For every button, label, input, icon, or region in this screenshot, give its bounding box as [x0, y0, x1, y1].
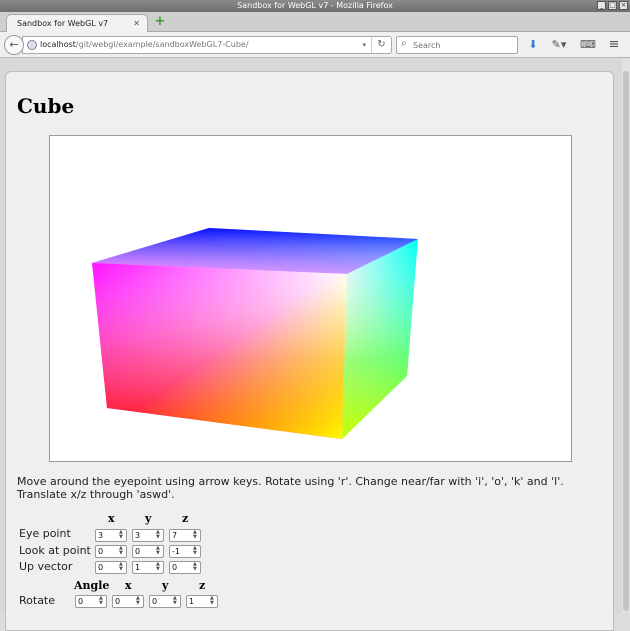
spinner-arrows-icon[interactable]: ▲ ▼ [119, 546, 125, 557]
spinner-arrows-icon[interactable]: ▲ ▼ [210, 596, 216, 607]
window-controls: _ □ × [597, 1, 628, 10]
rotate-label: Rotate [19, 594, 56, 607]
menu-icon[interactable]: ≡ [607, 38, 621, 52]
col-header-angle: Angle [74, 579, 110, 592]
url-bar[interactable]: localhost/git/webgl/example/sandboxWebGL… [22, 36, 392, 54]
tab-strip: Sandbox for WebGL v7 ✕ + [0, 12, 630, 32]
back-arrow-icon: ← [9, 38, 19, 51]
up-vector-x-input[interactable]: 0 ▲ ▼ [95, 561, 127, 574]
window-titlebar: Sandbox for WebGL v7 - Mozilla Firefox _… [0, 0, 630, 12]
tab-sandbox[interactable]: Sandbox for WebGL v7 ✕ [6, 14, 148, 32]
look-at-x-input[interactable]: 0 ▲ ▼ [95, 545, 127, 558]
cube-render [92, 228, 418, 439]
scrollbar-thumb[interactable] [623, 71, 629, 611]
addon-icon[interactable]: ✎▾ [548, 38, 570, 52]
rotate-y-input[interactable]: 0 ▲ ▼ [149, 595, 181, 608]
col-header-rot-y: y [162, 579, 169, 592]
spinner-arrows-icon[interactable]: ▲ ▼ [156, 530, 162, 541]
spinner-arrows-icon[interactable]: ▲ ▼ [156, 562, 162, 573]
col-header-x: x [108, 512, 115, 525]
vertical-scrollbar[interactable] [622, 59, 630, 613]
col-header-y: y [145, 512, 152, 525]
close-window-button[interactable]: × [619, 1, 628, 10]
look-at-label: Look at point [19, 544, 91, 557]
minimize-button[interactable]: _ [597, 1, 606, 10]
eye-point-z-input[interactable]: 7 ▲ ▼ [169, 529, 201, 542]
spinner-arrows-icon[interactable]: ▲ ▼ [156, 546, 162, 557]
nav-bar: localhost/git/webgl/example/sandboxWebGL… [0, 32, 630, 58]
rotate-z-input[interactable]: 1 ▲ ▼ [186, 595, 218, 608]
spinner-arrows-icon[interactable]: ▲ ▼ [99, 596, 105, 607]
maximize-button[interactable]: □ [608, 1, 617, 10]
browser-viewport: Cube Move around the eyepoint using arro… [0, 59, 630, 631]
col-header-rot-z: z [199, 579, 206, 592]
spinner-arrows-icon[interactable]: ▲ ▼ [119, 562, 125, 573]
up-vector-y-input[interactable]: 1 ▲ ▼ [132, 561, 164, 574]
eye-point-label: Eye point [19, 527, 71, 540]
window-title: Sandbox for WebGL v7 - Mozilla Firefox [237, 1, 393, 10]
spinner-arrows-icon[interactable]: ▲ ▼ [173, 596, 179, 607]
back-button[interactable]: ← [4, 35, 24, 55]
page-title: Cube [17, 94, 75, 118]
spinner-arrows-icon[interactable]: ▲ ▼ [193, 546, 199, 557]
up-vector-z-input[interactable]: 0 ▲ ▼ [169, 561, 201, 574]
col-header-rot-x: x [125, 579, 132, 592]
url-path: /git/webgl/example/sandboxWebGL7-Cube/ [75, 40, 249, 49]
download-icon[interactable]: ⬇ [526, 38, 540, 52]
globe-icon [27, 40, 37, 50]
eye-point-y-input[interactable]: 3 ▲ ▼ [132, 529, 164, 542]
url-text[interactable]: localhost/git/webgl/example/sandboxWebGL… [40, 37, 249, 53]
look-at-y-input[interactable]: 0 ▲ ▼ [132, 545, 164, 558]
instructions-text: Move around the eyepoint using arrow key… [17, 475, 564, 501]
page-content: Cube Move around the eyepoint using arro… [5, 71, 614, 631]
tab-label: Sandbox for WebGL v7 [17, 19, 109, 28]
search-input[interactable] [411, 38, 511, 52]
reload-icon[interactable]: ↻ [371, 37, 391, 53]
url-host: localhost [40, 40, 76, 49]
rotate-x-input[interactable]: 0 ▲ ▼ [112, 595, 144, 608]
spinner-arrows-icon[interactable]: ▲ ▼ [193, 530, 199, 541]
webgl-canvas[interactable] [49, 135, 572, 462]
spinner-arrows-icon[interactable]: ▲ ▼ [193, 562, 199, 573]
keyboard-icon[interactable]: ⌨ [580, 38, 596, 52]
eye-point-x-input[interactable]: 3 ▲ ▼ [95, 529, 127, 542]
look-at-z-input[interactable]: -1 ▲ ▼ [169, 545, 201, 558]
close-tab-icon[interactable]: ✕ [133, 15, 140, 32]
col-header-z: z [182, 512, 189, 525]
url-dropdown-icon[interactable]: ▾ [362, 37, 366, 53]
rotate-angle-input[interactable]: 0 ▲ ▼ [75, 595, 107, 608]
search-icon: ⌕ [401, 38, 407, 49]
spinner-arrows-icon[interactable]: ▲ ▼ [119, 530, 125, 541]
search-bar[interactable]: ⌕ [396, 36, 518, 54]
spinner-arrows-icon[interactable]: ▲ ▼ [136, 596, 142, 607]
up-vector-label: Up vector [19, 560, 73, 573]
new-tab-icon[interactable]: + [153, 15, 167, 29]
